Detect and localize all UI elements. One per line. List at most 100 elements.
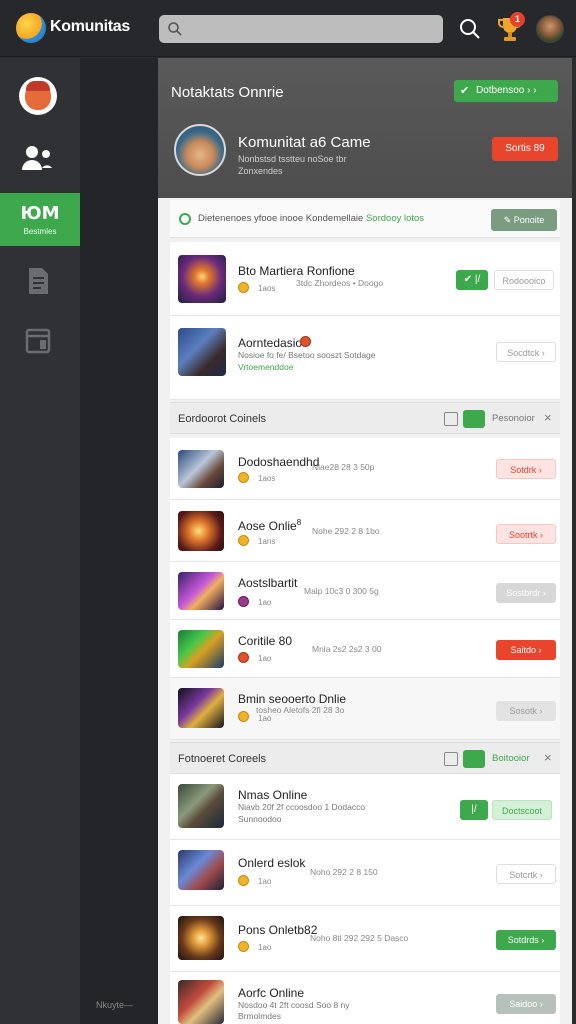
check-icon: ✔ (460, 85, 470, 97)
info-button[interactable]: ✎ Ponoite (491, 209, 557, 231)
game-card[interactable]: Onlerd eslok 1ao Noho 292 2 8 150 Sotcrt… (170, 840, 560, 906)
game-title: Aorfc Online (238, 986, 305, 1000)
game-title: Bto Martiera Ronfione (238, 264, 355, 278)
medal-icon (238, 535, 249, 546)
info-icon (179, 213, 191, 225)
profile-avatar (174, 124, 226, 176)
game-title: Onlerd eslok (238, 856, 306, 870)
game-card[interactable]: Nmas Online Niavb 20f 2f ccoosdoo 1 Doda… (170, 774, 560, 840)
game-card[interactable]: Coritile 80 1ao Mnla 2s2 2s2 3 00 Saitdo… (170, 620, 560, 678)
game-stats: Mnla 2s2 2s2 3 00 (312, 644, 382, 654)
game-action-button[interactable]: Sootrtk › (496, 524, 556, 544)
game-meta: 1ao (258, 714, 272, 723)
game-subtitle: Nosdoo 4t 2ft coosd Soo 8 ny (238, 1000, 350, 1010)
info-text-main: Dietenenoes yfooe inooe Kondemellaie (198, 213, 364, 224)
game-stats: Noho 292 2 8 150 (310, 867, 378, 877)
game-card[interactable]: Bto Martiera Ronfione 1aos 3tdc Zhordeos… (170, 242, 560, 316)
profile-action-button[interactable]: Sortis 89 (492, 137, 558, 161)
check-button[interactable] (463, 410, 485, 428)
game-meta: 1ao (258, 598, 272, 607)
header-action-label: Dotbensoo (476, 85, 525, 96)
main-panel: Notaktats Onnrie ✔ Dotbensoo › › Komunit… (158, 58, 572, 1024)
game-action-button[interactable]: Socdtck › (496, 342, 556, 362)
close-icon[interactable]: × (544, 410, 552, 425)
window-icon[interactable] (25, 328, 51, 354)
search-input[interactable] (159, 15, 443, 43)
close-icon[interactable]: × (544, 750, 552, 765)
info-strip: Dietenenoes yfooe inooe Kondemellaie Sor… (170, 200, 560, 238)
game-thumbnail (178, 328, 226, 376)
check-button[interactable]: |/ (460, 800, 488, 820)
medal-icon (238, 941, 249, 952)
medal-icon (238, 875, 249, 886)
game-link[interactable]: Vrtoemenddoe (238, 362, 293, 372)
game-action-button[interactable]: Saitdo › (496, 640, 556, 660)
medal-icon (238, 711, 249, 722)
game-action-button[interactable]: Doctscoot (492, 800, 552, 820)
info-text-highlight[interactable]: Sordooy lotos (366, 213, 424, 224)
search-icon[interactable] (458, 17, 482, 41)
check-bar: |/ (474, 274, 481, 285)
game-card[interactable]: Dodoshaendhd 1aos Niae28 28 3 50p Sotdrk… (170, 438, 560, 500)
game-thumbnail (178, 450, 224, 488)
section-header: Eordoorot Coinels Pesonoior × (170, 402, 560, 434)
notification-badge: 1 (510, 12, 525, 27)
gutter (80, 58, 158, 1024)
check-button[interactable] (463, 750, 485, 768)
game-card[interactable]: Aorfc Online Nosdoo 4t 2ft coosd Soo 8 n… (170, 972, 560, 1024)
document-icon[interactable] (25, 266, 51, 296)
game-action-button[interactable]: Sosotk › (496, 701, 556, 721)
app-logo[interactable] (16, 13, 46, 43)
game-subtitle: Niavb 20f 2f ccoosdoo 1 Dodacco (238, 802, 366, 812)
game-meta: 1ao (258, 943, 272, 952)
check-button[interactable]: ✔ |/ (456, 270, 488, 290)
section-title: Eordoorot Coinels (178, 413, 267, 425)
game-thumbnail (178, 255, 226, 303)
game-thumbnail (178, 850, 224, 890)
game-title-suffix: 8 (296, 518, 302, 527)
game-thumbnail (178, 688, 224, 728)
chevrons-icon: › › (527, 85, 537, 96)
check-icon: ✔ (463, 274, 473, 285)
game-action-button[interactable]: Rodoooico (494, 270, 554, 290)
edit-icon[interactable] (444, 752, 458, 766)
sidebar-item-icon: ЮМ (20, 203, 60, 224)
game-card[interactable]: Aose Onlie8 1ans Nohe 292 2 8 1bo Sootrt… (170, 500, 560, 562)
game-thumbnail (178, 511, 224, 551)
profile-subtitle: Nonbstsd tsstteu noSoe tbr Zonxendes (238, 153, 398, 177)
game-thumbnail (178, 784, 224, 828)
app-name: Komunitas (50, 18, 130, 35)
game-stats: Niae28 28 3 50p (312, 462, 375, 472)
section-label: Pesonoior (492, 413, 535, 424)
game-meta: 1aos (258, 474, 276, 483)
game-subtitle: Nosioe fo fe/ Bsetoo sooszt Sotdage (238, 350, 376, 360)
game-title: Pons Onletb82 (238, 923, 318, 937)
game-card[interactable]: Aostslbartit 1ao Malp 10c3 0 300 5g Sost… (170, 562, 560, 620)
user-avatar[interactable] (536, 15, 564, 43)
game-card[interactable]: Bmin seooerto Dnlie 1ao tosheo Aletofs 2… (170, 678, 560, 740)
badge-icon (300, 336, 311, 347)
users-icon[interactable] (20, 144, 54, 174)
search-icon (168, 22, 182, 36)
game-meta: 1ans (258, 537, 276, 546)
game-action-button[interactable]: Sotdrk › (496, 459, 556, 479)
avatar-hat (26, 81, 50, 91)
game-title: Dodoshaendhd (238, 455, 320, 469)
game-card[interactable]: Aorntedasio Nosioe fo fe/ Bsetoo sooszt … (170, 316, 560, 400)
top-bar: Komunitas 1 (0, 0, 576, 57)
game-stats: Malp 10c3 0 300 5g (304, 586, 379, 596)
game-action-button[interactable]: Sotdrds › (496, 930, 556, 950)
edit-icon[interactable] (444, 412, 458, 426)
sidebar-avatar[interactable] (19, 77, 57, 115)
game-action-button[interactable]: Saidoo › (496, 994, 556, 1014)
game-action-button[interactable]: Sotcrtk › (496, 864, 556, 884)
sidebar-item-active[interactable]: ЮМ Bestmles (0, 193, 80, 246)
panel-title: Notaktats Onnrie (171, 84, 284, 101)
section-title: Fotnoeret Coreels (178, 753, 267, 765)
game-card[interactable]: Pons Onletb82 1ao Noho 8tl 292 292 5 Das… (170, 906, 560, 972)
medal-icon (238, 282, 249, 293)
game-action-button[interactable]: Sostbrdr › (496, 583, 556, 603)
info-button-label: Ponoite (513, 215, 545, 225)
header-action-button[interactable]: ✔ Dotbensoo › › (454, 80, 558, 102)
game-title: Bmin seooerto Dnlie (238, 692, 347, 706)
